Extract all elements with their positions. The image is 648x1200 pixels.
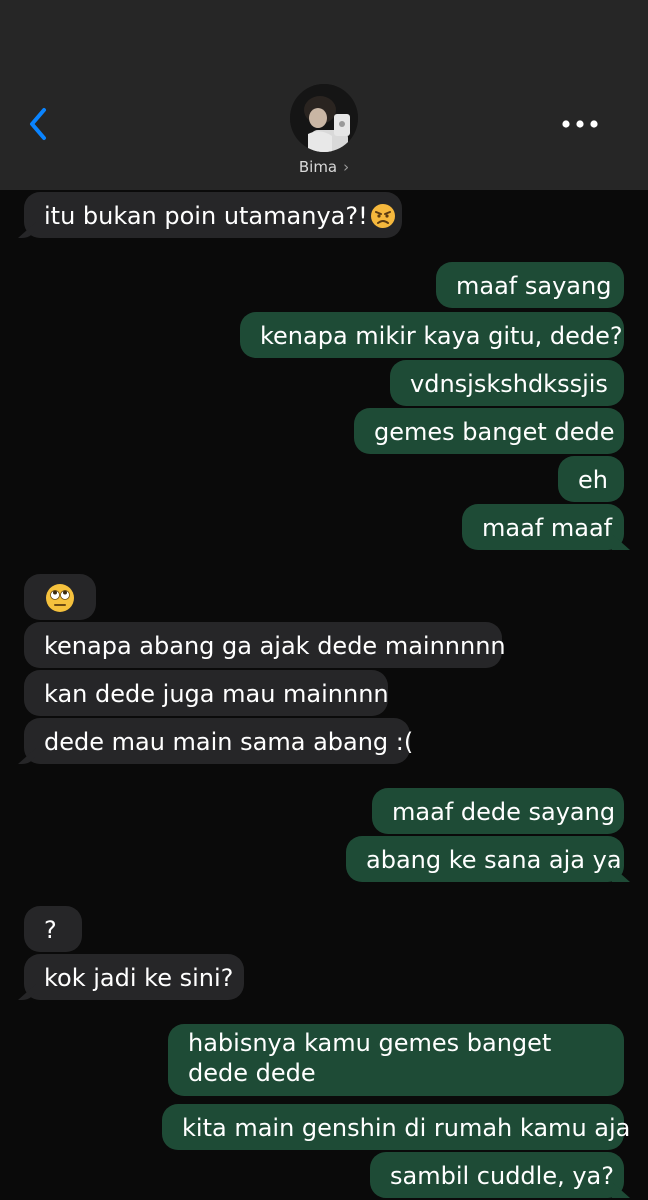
chat-header: Bima › (0, 0, 648, 190)
message-text: eh (578, 466, 608, 494)
message-text: kenapa abang ga ajak dede mainnnnn (44, 632, 506, 660)
received-message[interactable]: kan dede juga mau mainnnn (24, 670, 389, 716)
sent-message[interactable]: eh (558, 456, 624, 502)
message-text: maaf dede sayang (392, 798, 616, 826)
message-text: habisnya kamu gemes banget dede dede (188, 1029, 552, 1087)
message-text: kok jadi ke sini? (44, 964, 234, 992)
sent-message[interactable]: kenapa mikir kaya gitu, dede? (240, 312, 624, 358)
received-message[interactable]: ? (24, 906, 82, 952)
message-text: vdnsjskshdkssjis (410, 370, 608, 398)
sent-message[interactable]: maaf dede sayang (372, 788, 624, 834)
message-text: maaf maaf (482, 514, 613, 542)
message-list[interactable]: itu bukan poin utamanya?! maaf sayang ke… (0, 190, 648, 1200)
back-button[interactable] (24, 104, 56, 144)
sent-message[interactable]: habisnya kamu gemes banget dede dede (168, 1024, 624, 1096)
message-text: ? (44, 916, 57, 944)
message-text: sambil cuddle, ya? (390, 1162, 615, 1190)
sent-message[interactable]: abang ke sana aja ya (346, 836, 624, 882)
contact-name-button[interactable]: Bima › (0, 158, 648, 176)
message-text: kita main genshin di rumah kamu aja (182, 1114, 631, 1142)
message-text: kan dede juga mau mainnnn (44, 680, 389, 708)
received-message[interactable]: kenapa abang ga ajak dede mainnnnn (24, 622, 506, 668)
received-message[interactable] (24, 574, 96, 620)
received-message[interactable]: kok jadi ke sini? (24, 954, 244, 1000)
message-text: kenapa mikir kaya gitu, dede? (260, 322, 623, 350)
angry-face-icon (370, 204, 395, 228)
sent-message[interactable]: maaf sayang (436, 262, 624, 308)
ellipsis-icon (562, 120, 598, 128)
chevron-left-icon (30, 108, 46, 140)
message-text: gemes banget dede (374, 418, 615, 446)
message-text: itu bukan poin utamanya?! (44, 202, 368, 230)
contact-name: Bima (298, 158, 338, 176)
received-message[interactable]: itu bukan poin utamanya?! (24, 192, 402, 238)
sent-message[interactable]: kita main genshin di rumah kamu aja (162, 1104, 630, 1150)
face-with-rolling-eyes-icon (46, 584, 74, 612)
sent-message[interactable]: sambil cuddle, ya? (370, 1152, 624, 1198)
contact-photo (290, 84, 358, 152)
message-text: maaf sayang (456, 272, 612, 300)
sent-message[interactable]: maaf maaf (462, 504, 624, 550)
received-message[interactable]: dede mau main sama abang :( (24, 718, 414, 764)
sent-message[interactable]: gemes banget dede (354, 408, 624, 454)
sent-message[interactable]: vdnsjskshdkssjis (390, 360, 624, 406)
message-text: abang ke sana aja ya (366, 846, 622, 874)
message-text: dede mau main sama abang :( (44, 728, 414, 756)
avatar[interactable] (290, 84, 358, 152)
chevron-right-icon: › (343, 158, 350, 176)
more-options-button[interactable] (556, 110, 604, 138)
